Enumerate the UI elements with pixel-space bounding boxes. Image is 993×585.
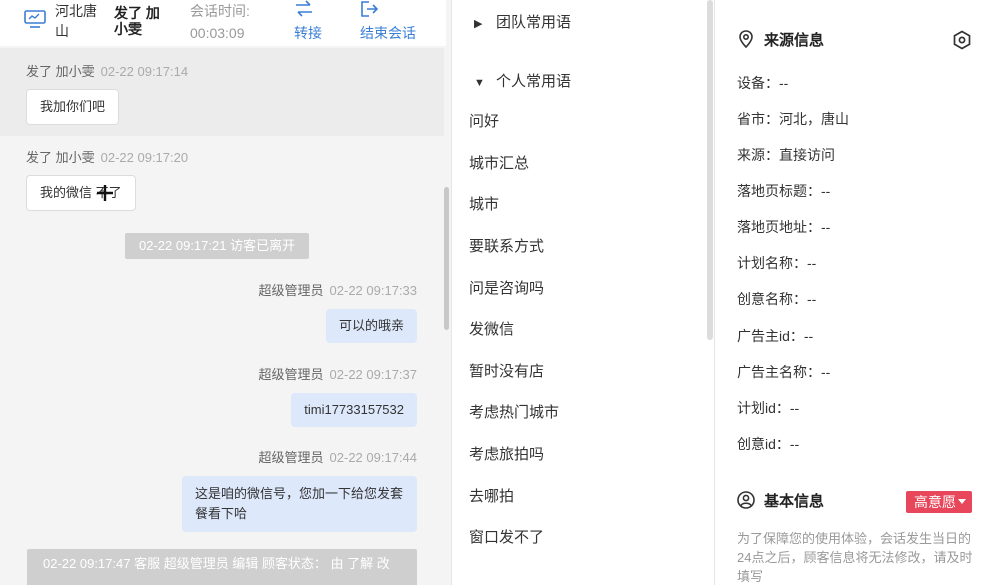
section-label: 基本信息 — [764, 493, 825, 510]
phrase-item[interactable]: 暂时没有店 — [469, 362, 544, 382]
system-notice: 02-22 09:17:47 客服 超级管理员 编辑 顾客状态： 由 了解 改为… — [27, 549, 417, 585]
system-notice: 02-22 09:17:21 访客已离开 — [125, 233, 310, 259]
sender-name: 发了 加小雯 — [26, 150, 95, 165]
basic-info-title: 基本信息 — [737, 491, 824, 513]
logout-icon — [361, 1, 379, 17]
phrase-item[interactable]: 城市 — [469, 195, 499, 215]
customer-info-panel: 来源信息 设备：-- 省市：河北，唐山 来源：直接访问 落地页标题：-- 落地页… — [715, 0, 993, 585]
visitor-message-bubble[interactable]: 我的微信 不了 — [26, 175, 136, 211]
sender-name: 超级管理员 — [258, 450, 324, 465]
visitor-message-bubble[interactable]: 我加你们吧 — [26, 89, 120, 125]
phrase-item[interactable]: 要联系方式 — [469, 237, 544, 257]
sender-name: 超级管理员 — [258, 283, 324, 298]
source-info-title: 来源信息 — [737, 30, 824, 52]
field-creative-name: 创意名称：-- — [737, 291, 817, 307]
phrase-item[interactable]: 考虑热门城市 — [469, 403, 559, 423]
field-plan-id: 计划id：-- — [737, 400, 800, 416]
message-meta: 超级管理员 02-22 09:17:44 — [259, 449, 417, 467]
transfer-icon — [296, 0, 312, 17]
agent-message-bubble[interactable]: 这是咱的微信号，您加一下给您发套餐看下哈 — [182, 476, 417, 532]
phrase-item[interactable]: 考虑旅拍吗 — [469, 445, 544, 465]
visitor-region: 河北唐山 — [55, 3, 97, 39]
caret-down-icon: ▼ — [474, 77, 485, 89]
message-time: 02-22 09:17:33 — [329, 283, 417, 298]
session-time-label: 会话时间: — [190, 3, 250, 19]
message-meta: 超级管理员 02-22 09:17:33 — [259, 282, 417, 300]
caret-down-icon — [958, 499, 966, 504]
field-advertiser-name: 广告主名称：-- — [737, 364, 831, 380]
agent-message-bubble[interactable]: 可以的哦亲 — [325, 309, 417, 343]
message-time: 02-22 09:17:44 — [329, 450, 417, 465]
message-meta: 发了 加小雯 02-22 09:17:20 — [26, 149, 188, 167]
field-source: 来源：直接访问 — [737, 147, 835, 163]
field-landing-url: 落地页地址：-- — [737, 219, 831, 235]
message-time: 02-22 09:17:37 — [329, 367, 417, 382]
sender-name: 发了 加小雯 — [26, 64, 95, 79]
phrase-item[interactable]: 问是咨询吗 — [469, 279, 544, 299]
chat-header: 河北唐山 发了 加小雯 会话时间: 00:03:09 转接 结束会话 — [0, 0, 446, 46]
phrase-item[interactable]: 城市汇总 — [469, 154, 529, 174]
move-cursor-icon — [97, 185, 113, 201]
agent-message-bubble[interactable]: timi17733157532 — [291, 393, 417, 427]
phrase-item[interactable]: 发微信 — [469, 320, 514, 340]
end-session-label: 结束会话 — [360, 25, 416, 41]
phrase-item[interactable]: 窗口发不了 — [469, 528, 544, 548]
personal-phrases-group[interactable]: ▼ 个人常用语 — [474, 72, 571, 93]
settings-hexagon-icon[interactable] — [952, 30, 972, 50]
phrases-panel: ▶ 团队常用语 ▼ 个人常用语 问好 城市汇总 城市 要联系方式 问是咨询吗 发微信… — [452, 0, 714, 585]
transfer-label: 转接 — [294, 25, 322, 41]
user-circle-icon — [737, 491, 755, 509]
monitor-icon — [24, 10, 46, 28]
group-label: 个人常用语 — [496, 73, 572, 90]
field-creative-id: 创意id：-- — [737, 436, 800, 452]
section-label: 来源信息 — [764, 32, 825, 49]
end-session-button[interactable]: 结束会话 — [360, 0, 430, 44]
session-time: 00:03:09 — [190, 25, 245, 41]
group-label: 团队常用语 — [496, 14, 572, 31]
visitor-name: 发了 加小雯 — [114, 5, 160, 37]
message-time: 02-22 09:17:20 — [100, 150, 189, 165]
chat-panel: 河北唐山 发了 加小雯 会话时间: 00:03:09 转接 结束会话 发了 加小… — [0, 0, 452, 585]
location-pin-icon — [739, 30, 753, 48]
sender-name: 超级管理员 — [258, 367, 324, 382]
phrases-scrollbar[interactable] — [707, 0, 713, 340]
message-time: 02-22 09:17:14 — [100, 64, 189, 79]
phrase-item[interactable]: 问好 — [469, 112, 499, 132]
message-meta: 超级管理员 02-22 09:17:37 — [259, 366, 417, 384]
field-landing-title: 落地页标题：-- — [737, 183, 831, 199]
team-phrases-group[interactable]: ▶ 团队常用语 — [474, 13, 571, 34]
field-device: 设备：-- — [737, 75, 789, 91]
message-meta: 发了 加小雯 02-22 09:17:14 — [26, 63, 188, 81]
intent-status-label: 高意愿 — [914, 494, 956, 510]
phrase-item[interactable]: 去哪拍 — [469, 487, 514, 507]
field-plan-name: 计划名称：-- — [737, 255, 817, 271]
transfer-button[interactable]: 转接 — [294, 0, 364, 44]
field-province-city: 省市：河北，唐山 — [737, 111, 849, 127]
field-advertiser-id: 广告主id：-- — [737, 328, 814, 344]
intent-status-dropdown[interactable]: 高意愿 — [906, 491, 972, 513]
edit-deadline-notice: 为了保障您的使用体验，会话发生当日的24点之后，顾客信息将无法修改，请及时填写 — [737, 531, 973, 584]
caret-right-icon: ▶ — [474, 18, 483, 30]
chat-scrollbar[interactable] — [444, 187, 449, 330]
